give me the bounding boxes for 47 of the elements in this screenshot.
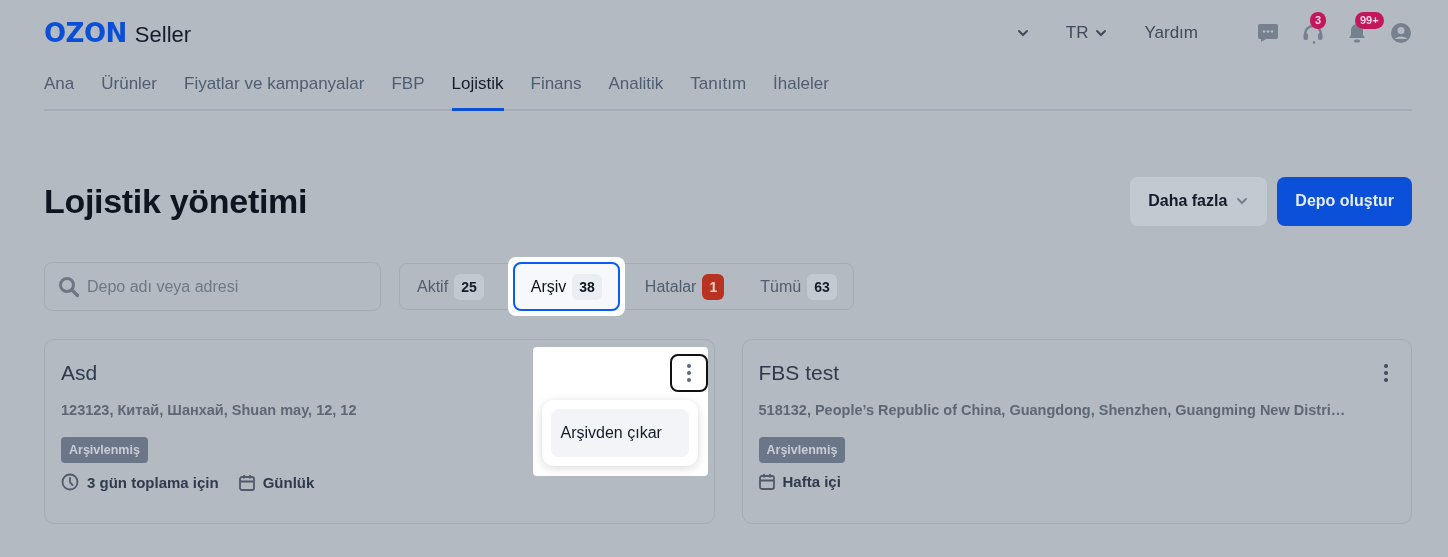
schedule-text: 3 gün toplama için — [87, 473, 219, 491]
nav-tab[interactable]: Lojistik — [451, 66, 504, 111]
status-badge: Arşivlenmiş — [758, 437, 846, 463]
nav-tab[interactable]: Finans — [530, 66, 582, 111]
count-badge: 1 — [702, 273, 725, 300]
more-button[interactable] — [669, 354, 708, 392]
nav-tab[interactable]: Tanıtım — [690, 66, 747, 111]
product-name: Seller — [134, 22, 192, 48]
schedule-text: Günlük — [262, 473, 315, 491]
calendar-icon — [238, 473, 255, 491]
count-badge: 25 — [454, 273, 484, 300]
chat-icon[interactable] — [1257, 23, 1279, 43]
nav-tab[interactable]: Ürünler — [101, 66, 157, 111]
menu-item[interactable]: Arşivden çıkar — [550, 409, 689, 457]
help-link[interactable]: Yardım — [1144, 23, 1198, 43]
nav-tab[interactable]: İhaleler — [773, 66, 829, 111]
more-button[interactable]: Daha fazla — [1130, 176, 1268, 226]
warehouse-address: 518132, People’s Republic of China, Guangdong, Shenzhen, Guangming New Distri… — [758, 402, 1347, 418]
nav-tab[interactable]: Fiyatlar ve kampanyalar — [184, 66, 365, 111]
logo[interactable]: OZON — [44, 18, 127, 48]
warehouse-address: 123123, Китай, Шанхай, Shuan may, 12, 12 — [61, 402, 358, 418]
filter-tab[interactable]: Tümü 63 — [760, 268, 837, 305]
filter-tab[interactable]: Aktif 25 — [417, 268, 484, 305]
count-badge: 38 — [572, 273, 602, 300]
calendar-icon — [758, 473, 775, 490]
profile-icon[interactable] — [1390, 22, 1412, 44]
language-selector[interactable]: TR — [1065, 23, 1089, 43]
page-title: Lojistik yönetimi — [44, 181, 309, 221]
schedule-text: Hafta içi — [782, 473, 841, 490]
kebab-icon — [1384, 364, 1388, 382]
search-field[interactable]: Depo adı veya adresi — [44, 262, 381, 311]
status-badge: Arşivlenmiş — [61, 437, 148, 463]
nav-tab[interactable]: Analitik — [608, 66, 664, 111]
nav-tab[interactable]: Ana — [44, 66, 75, 111]
create-button[interactable]: Depo oluştur — [1277, 176, 1412, 226]
notification-badge: 3 — [1310, 12, 1327, 29]
nav-tab[interactable]: FBP — [391, 66, 425, 111]
warehouse-name: Asd — [61, 361, 98, 385]
count-badge: 63 — [807, 273, 837, 300]
kebab-icon — [686, 364, 691, 382]
clock-icon — [61, 473, 79, 491]
search-icon — [58, 276, 80, 298]
filter-tab[interactable]: Hatalar 1 — [644, 268, 725, 305]
headset-icon[interactable] — [1302, 22, 1324, 44]
warehouse-name: FBS test — [758, 361, 840, 385]
notification-badge: 99+ — [1355, 12, 1384, 29]
filter-tab[interactable]: Arşiv 38 — [512, 262, 620, 311]
